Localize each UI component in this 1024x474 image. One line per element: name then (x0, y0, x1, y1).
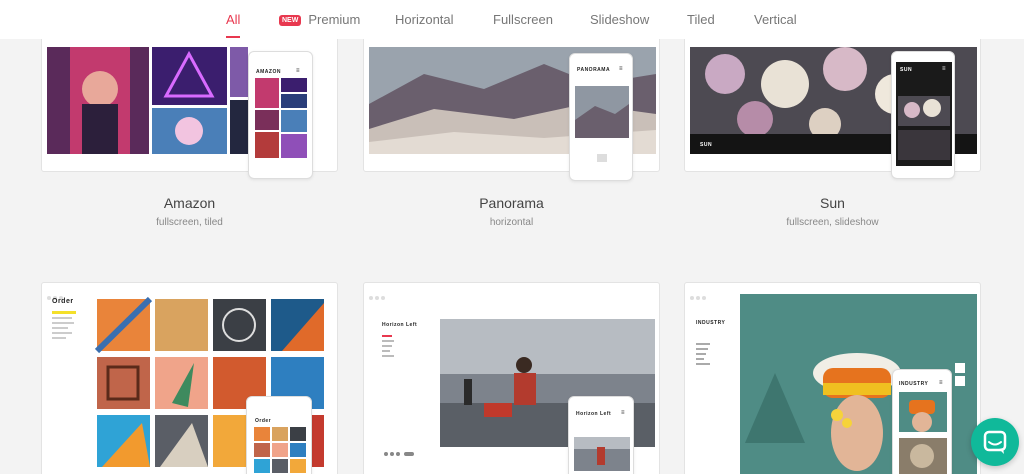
tab-tiled[interactable]: Tiled (687, 12, 715, 27)
chat-bubble-icon (983, 430, 1007, 454)
mobile-preview: PANORAMA ≡ (569, 53, 633, 181)
phone-gallery (575, 86, 629, 162)
filter-tabs: All NEW Premium Horizontal Fullscreen Sli… (0, 0, 1024, 39)
template-card-horizon-left[interactable]: Horizon Left Horizon Left ≡ (363, 282, 660, 474)
mobile-preview: AMAZON ≡ (248, 51, 313, 179)
mobile-preview: INDUSTRY ≡ (892, 369, 952, 474)
phone-gallery (255, 78, 307, 158)
tab-vertical[interactable]: Vertical (754, 12, 797, 27)
mobile-preview: Horizon Left ≡ (568, 396, 634, 474)
template-card-amazon[interactable]: AMAZON ≡ Amazon fullscreen, tiled (41, 39, 338, 234)
tab-slideshow[interactable]: Slideshow (590, 12, 649, 27)
template-card-order[interactable]: Order Order (41, 282, 338, 474)
phone-site-title: SUN (900, 67, 913, 73)
phone-gallery (574, 437, 630, 471)
tab-fullscreen[interactable]: Fullscreen (493, 12, 553, 27)
hamburger-icon: ≡ (942, 66, 947, 72)
tab-premium-label: Premium (308, 12, 361, 27)
mobile-preview: SUN ≡ (891, 51, 955, 179)
top-nav-bar: All NEW Premium Horizontal Fullscreen Sli… (0, 0, 1024, 39)
tab-horizontal[interactable]: Horizontal (395, 12, 454, 27)
chat-button[interactable] (971, 418, 1019, 466)
phone-gallery (899, 392, 947, 474)
template-card-sun[interactable]: SUN SUN ≡ Sun fullscreen, slideshow (684, 39, 981, 234)
phone-gallery (254, 427, 306, 473)
template-title: Panorama (479, 195, 544, 211)
template-grid: AMAZON ≡ Amazon fullscreen, tiled PANORA… (0, 39, 1024, 474)
template-title: Sun (820, 195, 845, 211)
template-tags: fullscreen, slideshow (786, 217, 879, 228)
template-title: Amazon (163, 195, 216, 211)
template-card-industry[interactable]: INDUSTRY INDUSTRY ≡ (684, 282, 981, 474)
template-tags: horizontal (489, 217, 534, 228)
template-tags: fullscreen, tiled (156, 217, 223, 228)
tab-premium[interactable]: NEW Premium (279, 12, 360, 27)
mobile-preview: Order (246, 396, 312, 474)
site-title: SUN (700, 142, 713, 148)
template-card-panorama[interactable]: PANORAMA ≡ Panorama horizontal (363, 39, 660, 234)
tab-all[interactable]: All (226, 12, 241, 38)
new-badge: NEW (279, 15, 302, 26)
